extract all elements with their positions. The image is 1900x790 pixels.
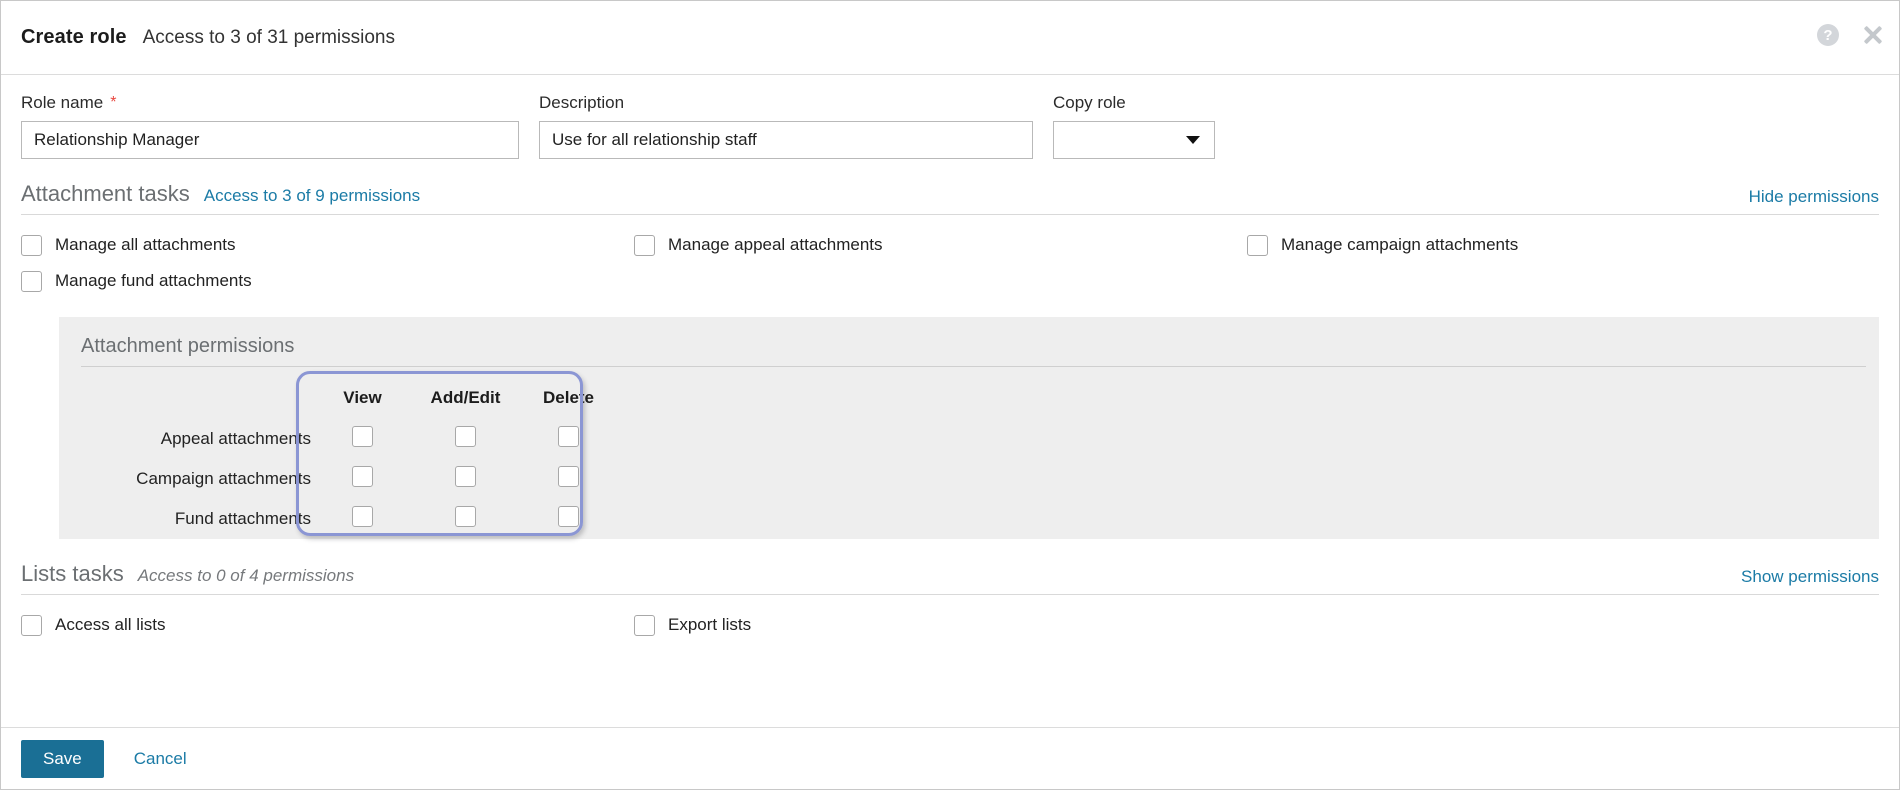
lists-tasks-header: Lists tasks Access to 0 of 4 permissions… — [21, 561, 1879, 595]
attachment-tasks-header: Attachment tasks Access to 3 of 9 permis… — [21, 181, 1879, 215]
row-label-fund-attachments: Fund attachments — [174, 509, 311, 528]
row-label-appeal-attachments: Appeal attachments — [160, 429, 311, 448]
section-lists-tasks: Lists tasks Access to 0 of 4 permissions… — [1, 561, 1899, 645]
role-name-label-text: Role name — [21, 93, 104, 112]
checkbox-manage-all-attachments[interactable]: Manage all attachments — [21, 229, 634, 261]
cell-appeal-view[interactable] — [311, 419, 414, 459]
checkbox-box[interactable] — [1247, 234, 1268, 256]
cell-appeal-delete[interactable] — [517, 419, 620, 459]
required-asterisk: * — [110, 94, 117, 111]
table-row: Campaign attachments — [81, 459, 620, 499]
attachment-permissions-title: Attachment permissions — [81, 335, 1866, 367]
attachment-tasks-title: Attachment tasks — [21, 181, 190, 206]
role-form-row: Role name * Description Copy role — [1, 75, 1899, 159]
permissions-summary: Access to 3 of 31 permissions — [142, 26, 395, 48]
checkbox-box[interactable] — [21, 614, 42, 636]
cancel-button[interactable]: Cancel — [128, 748, 193, 770]
copy-role-select[interactable] — [1053, 121, 1215, 159]
checkbox-box[interactable] — [634, 614, 655, 636]
checkbox-box[interactable] — [558, 506, 579, 527]
dialog-header: Create role Access to 3 of 31 permission… — [1, 1, 1899, 75]
lists-tasks-access-text: Access to 0 of 4 permissions — [137, 566, 355, 585]
checkbox-access-all-lists[interactable]: Access all lists — [21, 609, 634, 641]
checkbox-label: Manage all attachments — [55, 235, 236, 254]
checkbox-manage-fund-attachments[interactable]: Manage fund attachments — [21, 265, 634, 297]
checkbox-manage-campaign-attachments[interactable]: Manage campaign attachments — [1247, 229, 1860, 261]
checkbox-box[interactable] — [455, 506, 476, 527]
row-label-campaign-attachments: Campaign attachments — [136, 469, 311, 488]
description-input[interactable] — [539, 121, 1033, 159]
checkbox-box[interactable] — [455, 426, 476, 447]
column-header-delete: Delete — [542, 388, 595, 407]
close-icon[interactable] — [1861, 23, 1885, 47]
cell-campaign-view[interactable] — [311, 459, 414, 499]
cell-fund-add-edit[interactable] — [414, 499, 517, 539]
checkbox-label: Manage appeal attachments — [668, 235, 883, 254]
table-row: Appeal attachments — [81, 419, 620, 459]
checkbox-box[interactable] — [352, 466, 373, 487]
cell-campaign-delete[interactable] — [517, 459, 620, 499]
role-name-field-group: Role name * — [21, 93, 519, 159]
checkbox-label: Export lists — [668, 615, 752, 634]
copy-role-label: Copy role — [1053, 93, 1126, 112]
help-circle-icon[interactable]: ? — [1817, 24, 1839, 46]
description-field-group: Description — [539, 93, 1033, 159]
lists-tasks-title: Lists tasks — [21, 561, 124, 586]
header-actions: ? — [1817, 23, 1885, 47]
checkbox-box[interactable] — [558, 466, 579, 487]
description-label: Description — [539, 93, 625, 112]
copy-role-field-group: Copy role — [1053, 93, 1215, 159]
role-name-label: Role name * — [21, 93, 519, 113]
checkbox-manage-appeal-attachments[interactable]: Manage appeal attachments — [634, 229, 1247, 261]
attachment-permissions-panel: Attachment permissions View Add/Edit Del… — [59, 317, 1879, 539]
section-attachment-tasks: Attachment tasks Access to 3 of 9 permis… — [1, 181, 1899, 301]
permissions-matrix-header-row: View Add/Edit Delete — [81, 377, 620, 419]
checkbox-label: Manage campaign attachments — [1281, 235, 1519, 254]
chevron-down-icon — [1186, 136, 1200, 144]
attachment-tasks-access-link[interactable]: Access to 3 of 9 permissions — [204, 186, 420, 206]
checkbox-box[interactable] — [558, 426, 579, 447]
dialog-footer: Save Cancel — [1, 727, 1899, 789]
role-name-input[interactable] — [21, 121, 519, 159]
hide-permissions-link[interactable]: Hide permissions — [1749, 187, 1879, 207]
checkbox-box[interactable] — [21, 234, 42, 256]
table-row: Fund attachments — [81, 499, 620, 539]
permissions-matrix-wrap: View Add/Edit Delete Appeal attachments … — [81, 371, 1857, 539]
checkbox-box[interactable] — [634, 234, 655, 256]
permissions-matrix: View Add/Edit Delete Appeal attachments … — [81, 377, 620, 539]
column-header-view: View — [343, 388, 382, 407]
column-header-add-edit: Add/Edit — [430, 388, 501, 407]
cell-fund-view[interactable] — [311, 499, 414, 539]
save-button[interactable]: Save — [21, 739, 104, 778]
checkbox-box[interactable] — [455, 466, 476, 487]
lists-tasks-checkbox-grid: Access all lists Export lists — [21, 595, 1879, 645]
checkbox-export-lists[interactable]: Export lists — [634, 609, 1247, 641]
attachment-tasks-checkbox-grid: Manage all attachments Manage appeal att… — [21, 215, 1879, 301]
checkbox-box[interactable] — [352, 426, 373, 447]
checkbox-box[interactable] — [21, 270, 42, 292]
checkbox-label: Manage fund attachments — [55, 271, 252, 290]
cell-fund-delete[interactable] — [517, 499, 620, 539]
permissions-matrix-corner — [81, 377, 311, 419]
create-role-dialog: Create role Access to 3 of 31 permission… — [0, 0, 1900, 790]
cell-campaign-add-edit[interactable] — [414, 459, 517, 499]
cell-appeal-add-edit[interactable] — [414, 419, 517, 459]
checkbox-box[interactable] — [352, 506, 373, 527]
page-title: Create role — [21, 26, 127, 48]
checkbox-label: Access all lists — [55, 615, 166, 634]
show-permissions-link[interactable]: Show permissions — [1741, 567, 1879, 587]
